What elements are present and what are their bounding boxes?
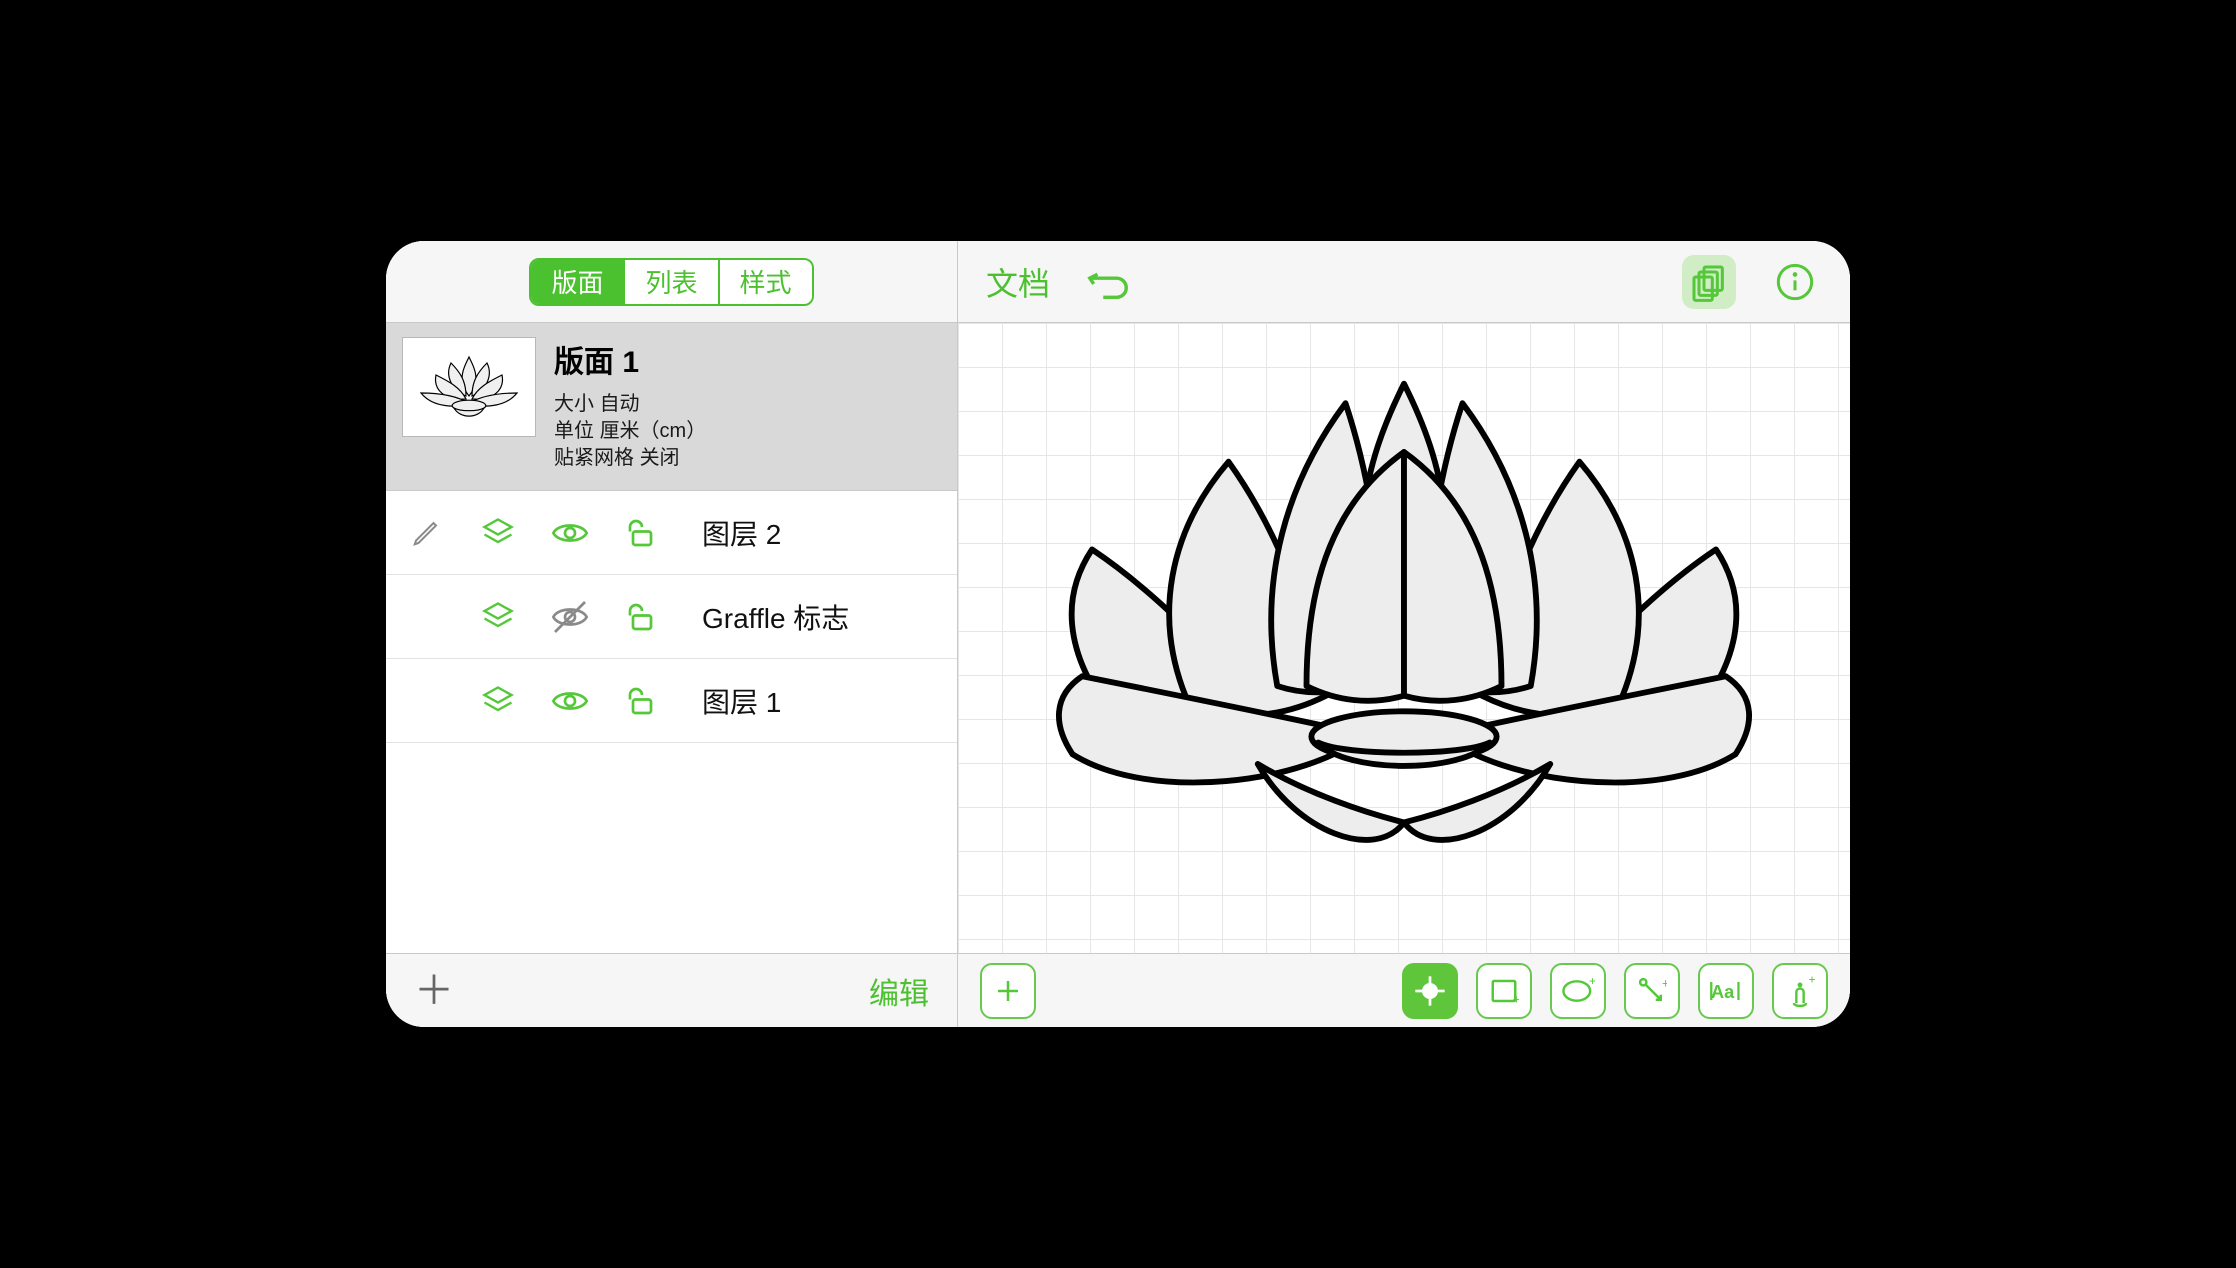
add-shape-tool[interactable] [980,963,1036,1019]
svg-text:+: + [1589,976,1595,988]
view-segmented-control: 版面 列表 样式 [529,258,813,306]
undo-button[interactable] [1082,255,1136,309]
pencil-icon [404,518,448,548]
tab-styles[interactable]: 样式 [718,260,812,304]
documents-button[interactable]: 文档 [986,259,1050,305]
canvas-meta: 大小 自动 单位 厘米（cm） 贴紧网格 关闭 [554,391,706,472]
svg-text:+: + [1662,976,1667,990]
svg-text:+: + [1513,992,1519,1006]
size-value: 自动 [600,393,640,415]
eye-icon[interactable] [548,513,592,553]
layer-name: Graffle 标志 [702,597,849,637]
copies-icon[interactable] [1682,255,1736,309]
selection-tool[interactable] [1402,963,1458,1019]
canvas-info: 版面 1 大小 自动 单位 厘米（cm） 贴紧网格 关闭 [554,337,706,472]
right-toolbar: 文档 [958,241,1850,323]
eye-off-icon[interactable] [548,597,592,637]
layer-row[interactable]: Graffle 标志 [386,575,957,659]
layer-name: 图层 2 [702,513,781,553]
snap-label: 贴紧网格 [554,447,634,469]
tab-canvases[interactable]: 版面 [531,260,623,304]
layer-row[interactable]: 图层 2 [386,491,957,575]
ellipse-tool[interactable]: + [1550,963,1606,1019]
freehand-tool[interactable]: + [1772,963,1828,1019]
units-value: 厘米（cm） [600,420,707,442]
lotus-drawing[interactable] [1014,364,1794,871]
canvas-area[interactable] [958,323,1850,953]
left-toolbar: 版面 列表 样式 [386,241,957,323]
left-panel: 版面 列表 样式 [386,241,958,1027]
layer-row[interactable]: 图层 1 [386,659,957,743]
snap-value: 关闭 [640,447,680,469]
tab-list[interactable]: 列表 [623,260,717,304]
layer-stack-icon[interactable] [476,599,520,635]
eye-icon[interactable] [548,681,592,721]
text-tool[interactable]: Aa [1698,963,1754,1019]
lock-open-icon[interactable] [620,599,664,635]
units-label: 单位 [554,420,594,442]
canvas-thumbnail [402,337,536,437]
svg-text:Aa: Aa [1711,981,1735,1001]
edit-button[interactable]: 编辑 [869,969,929,1013]
lock-open-icon[interactable] [620,683,664,719]
layer-list: 图层 2 Graffle 标志 [386,491,957,953]
canvas-title: 版面 1 [554,337,706,381]
tool-bar: + + + Aa + [958,953,1850,1027]
layer-stack-icon[interactable] [476,683,520,719]
svg-text:+: + [1809,974,1816,987]
info-icon[interactable] [1768,255,1822,309]
device-frame: 版面 列表 样式 [370,225,1866,1043]
rectangle-tool[interactable]: + [1476,963,1532,1019]
app-screen: 版面 列表 样式 [386,241,1850,1027]
line-tool[interactable]: + [1624,963,1680,1019]
layer-stack-icon[interactable] [476,515,520,551]
add-layer-button[interactable]: ＋ [414,971,454,1011]
layer-name: 图层 1 [702,681,781,721]
size-label: 大小 [554,393,594,415]
canvas-card[interactable]: 版面 1 大小 自动 单位 厘米（cm） 贴紧网格 关闭 [386,323,957,491]
lotus-icon [409,347,529,427]
left-footer: ＋ 编辑 [386,953,957,1027]
lock-open-icon[interactable] [620,515,664,551]
right-panel: 文档 [958,241,1850,1027]
